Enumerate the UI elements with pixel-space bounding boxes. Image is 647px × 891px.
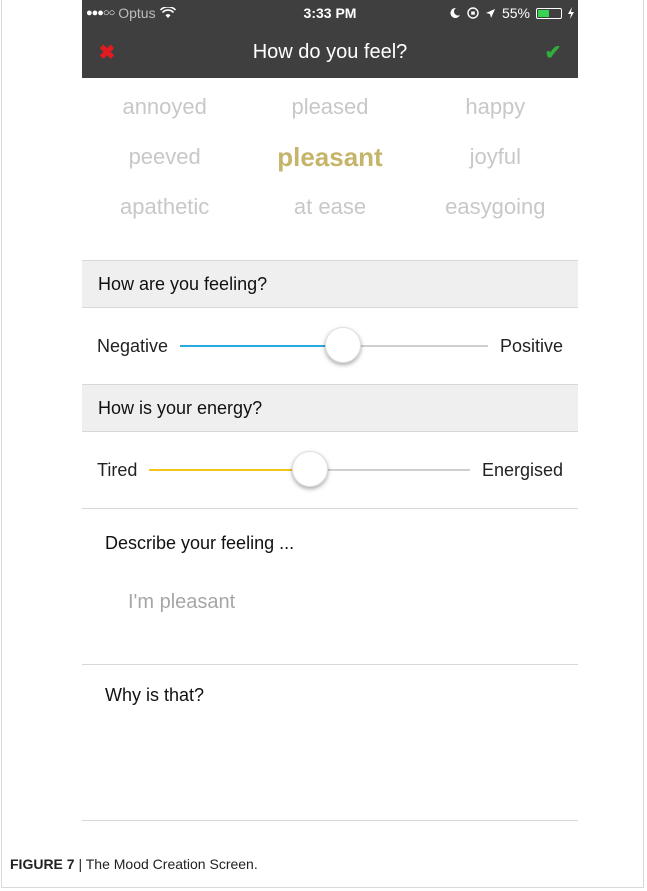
energy-slider[interactable] bbox=[149, 451, 470, 487]
feeling-question: How are you feeling? bbox=[98, 273, 268, 294]
mood-word[interactable]: peeved bbox=[82, 132, 247, 182]
rotation-lock-icon bbox=[467, 7, 479, 19]
battery-level-fill bbox=[538, 9, 550, 17]
checkmark-icon: ✔ bbox=[544, 41, 562, 64]
battery-icon bbox=[536, 7, 562, 19]
mood-word[interactable]: joyful bbox=[413, 132, 578, 182]
mood-word-picker[interactable]: annoyed pleased happy peeved pleasant joyful a… bbox=[82, 78, 578, 260]
feeling-slider-thumb[interactable] bbox=[325, 327, 362, 363]
mood-word[interactable]: at ease bbox=[247, 182, 412, 232]
figure-caption: FIGURE 7 | The Mood Creation Screen. bbox=[10, 856, 258, 872]
mood-word[interactable]: happy bbox=[413, 82, 578, 132]
feeling-max-label: Positive bbox=[499, 335, 563, 356]
page-title: How do you feel? bbox=[252, 40, 408, 63]
mood-word[interactable]: pleased bbox=[247, 82, 412, 132]
energy-section-header: How is your energy? bbox=[82, 384, 578, 432]
feeling-slider-fill bbox=[180, 345, 344, 347]
figure-number: FIGURE 7 bbox=[10, 856, 75, 872]
cancel-button[interactable]: ✖ bbox=[82, 26, 132, 78]
energy-question: How is your energy? bbox=[98, 397, 263, 418]
mood-word[interactable]: annoyed bbox=[82, 82, 247, 132]
why-section[interactable]: Why is that? bbox=[82, 664, 578, 821]
phone-screen: ●●●○○ Optus 3:33 PM 55% ✖ How do you fee… bbox=[82, 0, 578, 827]
battery-percentage: 55% bbox=[501, 5, 530, 21]
caption-separator: | bbox=[74, 856, 86, 872]
feeling-min-label: Negative bbox=[97, 335, 169, 356]
mood-word-selected[interactable]: pleasant bbox=[247, 132, 412, 182]
mood-word[interactable]: apathetic bbox=[82, 182, 247, 232]
describe-label: Describe your feeling ... bbox=[105, 533, 295, 553]
feeling-slider[interactable] bbox=[180, 327, 488, 363]
status-bar: ●●●○○ Optus 3:33 PM 55% bbox=[82, 0, 578, 26]
navigation-bar: ✖ How do you feel? ✔ bbox=[82, 26, 578, 78]
x-icon: ✖ bbox=[98, 41, 116, 64]
feeling-section-header: How are you feeling? bbox=[82, 260, 578, 308]
describe-section: Describe your feeling ... bbox=[82, 508, 578, 664]
charging-icon bbox=[568, 7, 574, 19]
confirm-button[interactable]: ✔ bbox=[528, 26, 578, 78]
location-arrow-icon bbox=[485, 8, 496, 19]
caption-text: The Mood Creation Screen. bbox=[85, 856, 258, 872]
energy-slider-thumb[interactable] bbox=[291, 451, 328, 487]
feeling-slider-row: Negative Positive bbox=[82, 308, 578, 384]
why-label: Why is that? bbox=[105, 685, 205, 705]
energy-slider-row: Tired Energised bbox=[82, 432, 578, 508]
describe-input[interactable] bbox=[128, 591, 528, 614]
mood-word[interactable]: easygoing bbox=[413, 182, 578, 232]
moon-icon bbox=[449, 7, 461, 19]
energy-min-label: Tired bbox=[97, 459, 138, 480]
energy-max-label: Energised bbox=[481, 459, 563, 480]
energy-slider-fill bbox=[149, 469, 310, 471]
